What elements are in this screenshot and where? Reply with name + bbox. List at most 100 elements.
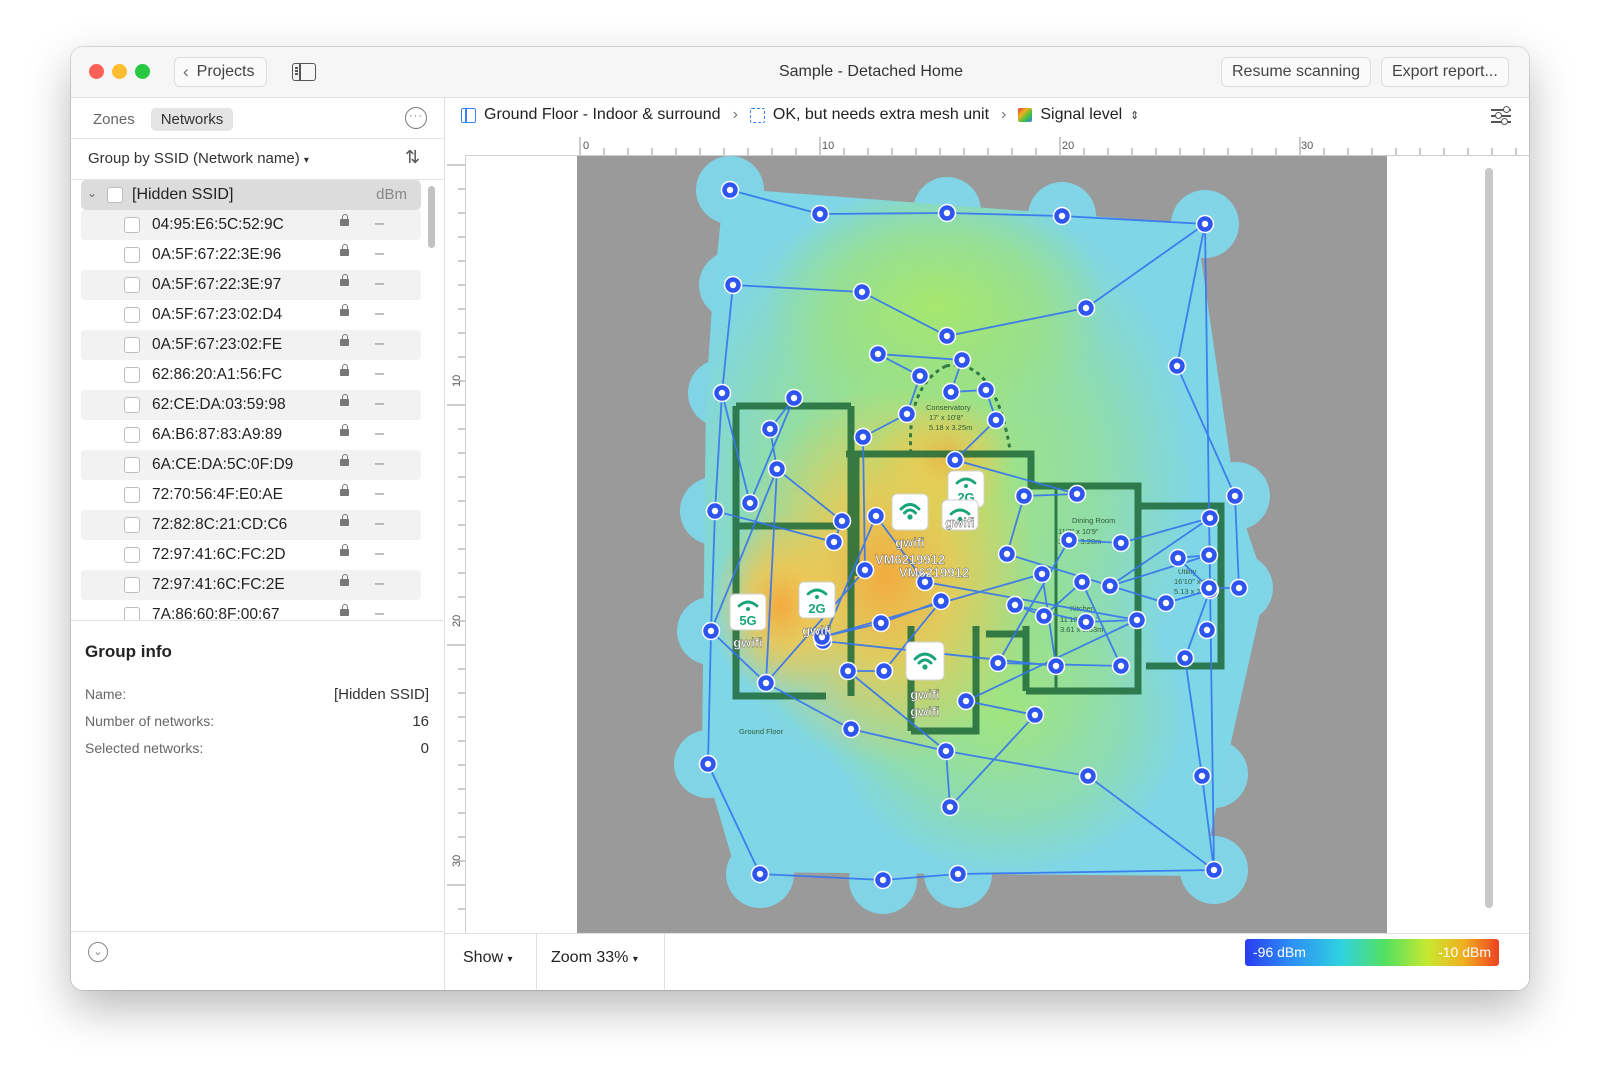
tab-networks[interactable]: Networks [150, 108, 234, 131]
scan-point-center [1082, 304, 1090, 312]
network-checkbox[interactable] [124, 277, 140, 293]
network-row[interactable]: 6A:B6:87:83:A9:89 – [81, 420, 421, 450]
scrollbar-thumb[interactable] [428, 186, 435, 248]
scan-point-center [766, 425, 774, 433]
lock-icon [340, 424, 349, 436]
network-checkbox[interactable] [124, 247, 140, 263]
tab-zones[interactable]: Zones [83, 108, 145, 131]
lock-icon [340, 304, 349, 316]
network-row[interactable]: 72:97:41:6C:FC:2E – [81, 570, 421, 600]
network-row[interactable]: 04:95:E6:5C:52:9C – [81, 210, 421, 240]
view-settings-icon[interactable] [1491, 106, 1511, 125]
map-scrollbar[interactable] [1485, 168, 1493, 913]
access-point-name: gwifi [733, 635, 763, 650]
network-checkbox[interactable] [124, 397, 140, 413]
scan-point-center [859, 433, 867, 441]
group-by-dropdown[interactable]: Group by SSID (Network name) ▾ [88, 150, 309, 167]
export-report-button[interactable]: Export report... [1381, 57, 1509, 87]
network-checkbox[interactable] [124, 457, 140, 473]
plan-label: Dining Room [1072, 516, 1115, 525]
group-info-count-label: Number of networks: [85, 713, 215, 729]
group-info-selected-row: Selected networks: 0 [85, 740, 429, 757]
breadcrumb-floor[interactable]: Ground Floor - Indoor & surround [484, 106, 721, 124]
scan-point-center [1084, 772, 1092, 780]
more-options-icon[interactable]: ··· [405, 107, 427, 129]
network-row[interactable]: 0A:5F:67:22:3E:96 – [81, 240, 421, 270]
network-bssid: 62:86:20:A1:56:FC [152, 366, 283, 383]
network-row[interactable]: 0A:5F:67:23:02:FE – [81, 330, 421, 360]
scan-point-center [1174, 554, 1182, 562]
scan-point-center [1205, 584, 1213, 592]
breadcrumb: Ground Floor - Indoor & surround › OK, b… [445, 98, 1529, 132]
projects-back-button[interactable]: ‹ Projects [174, 57, 268, 87]
network-checkbox[interactable] [124, 217, 140, 233]
signal-level-icon [1018, 108, 1033, 122]
collapse-panel-icon[interactable]: ⌄ [88, 942, 108, 962]
scan-point-center [1162, 599, 1170, 607]
network-checkbox[interactable] [124, 577, 140, 593]
network-list: ⌄ [Hidden SSID] dBm 04:95:E6:5C:52:9C –0A… [81, 180, 421, 620]
network-row[interactable]: 62:CE:DA:03:59:98 – [81, 390, 421, 420]
sidebar-footer: ⌄ [71, 931, 443, 990]
scan-point-center [729, 281, 737, 289]
network-checkbox[interactable] [124, 607, 140, 620]
network-row[interactable]: 0A:5F:67:22:3E:97 – [81, 270, 421, 300]
network-checkbox[interactable] [124, 427, 140, 443]
network-checkbox[interactable] [124, 337, 140, 353]
network-row[interactable]: 72:97:41:6C:FC:2D – [81, 540, 421, 570]
scan-point-center [844, 667, 852, 675]
network-row[interactable]: 0A:5F:67:23:02:D4 – [81, 300, 421, 330]
network-checkbox[interactable] [124, 307, 140, 323]
main-pane: Ground Floor - Indoor & surround › OK, b… [445, 98, 1529, 990]
scan-point-center [756, 870, 764, 878]
network-list-scrollbar[interactable] [428, 180, 435, 620]
show-label: Show [463, 949, 504, 966]
network-group-header[interactable]: ⌄ [Hidden SSID] dBm [81, 180, 421, 210]
zoom-window-button[interactable] [135, 64, 150, 79]
chevron-left-icon: ‹ [183, 62, 189, 81]
resume-scanning-button[interactable]: Resume scanning [1221, 57, 1372, 87]
map-scrollbar-thumb[interactable] [1485, 168, 1493, 908]
ruler-label: 10 [822, 140, 834, 152]
breadcrumb-zone[interactable]: OK, but needs extra mesh unit [773, 106, 989, 124]
breadcrumb-view[interactable]: Signal level [1040, 106, 1122, 124]
window-title: Sample - Detached Home [778, 63, 964, 80]
lock-icon [340, 484, 349, 496]
group-checkbox[interactable] [107, 187, 123, 203]
network-checkbox[interactable] [124, 547, 140, 563]
network-checkbox[interactable] [124, 367, 140, 383]
zoom-dropdown[interactable]: Zoom 33% ▾ [551, 949, 638, 967]
heatmap-canvas[interactable]: Conservatory 17' x 10'8" 5.18 x 3.25m Di… [466, 156, 1529, 933]
network-row[interactable]: 62:86:20:A1:56:FC – [81, 360, 421, 390]
network-row[interactable]: 72:82:8C:21:CD:C6 – [81, 510, 421, 540]
signal-legend: -96 dBm -10 dBm [1245, 939, 1499, 966]
scan-point-center [847, 725, 855, 733]
network-row[interactable]: 6A:CE:DA:5C:0F:D9 – [81, 450, 421, 480]
minimize-window-button[interactable] [112, 64, 127, 79]
scan-point-center [718, 389, 726, 397]
scan-point-center [1117, 539, 1125, 547]
scan-point-center [1106, 582, 1114, 590]
scan-point-center [1078, 578, 1086, 586]
show-dropdown[interactable]: Show ▾ [463, 949, 513, 967]
access-point-marker[interactable]: 5G gwifi [729, 593, 767, 650]
group-unit: dBm [376, 186, 407, 203]
network-row[interactable]: 72:70:56:4F:E0:AE – [81, 480, 421, 510]
access-point-marker[interactable]: gwifi gwifi [905, 641, 945, 719]
heatmap-svg[interactable]: Conservatory 17' x 10'8" 5.18 x 3.25m Di… [466, 156, 1529, 933]
ruler-label: 20 [1062, 140, 1074, 152]
network-checkbox[interactable] [124, 517, 140, 533]
legend-max: -10 dBm [1438, 944, 1491, 960]
network-row[interactable]: 7A:86:60:8F:00:67 – [81, 600, 421, 620]
access-point-marker[interactable]: 2G gwifi [798, 581, 836, 638]
network-signal-value: – [375, 605, 384, 620]
floor-plan-icon [461, 107, 476, 123]
network-checkbox[interactable] [124, 487, 140, 503]
disclosure-chevron-icon[interactable]: ⌄ [87, 186, 97, 200]
close-window-button[interactable] [89, 64, 104, 79]
scan-point-center [1201, 220, 1209, 228]
sort-icon[interactable]: ⇅ [405, 147, 420, 168]
chevron-down-icon: ▾ [303, 155, 309, 166]
scan-point-center [1235, 584, 1243, 592]
sidebar-toggle-icon[interactable] [292, 63, 316, 81]
